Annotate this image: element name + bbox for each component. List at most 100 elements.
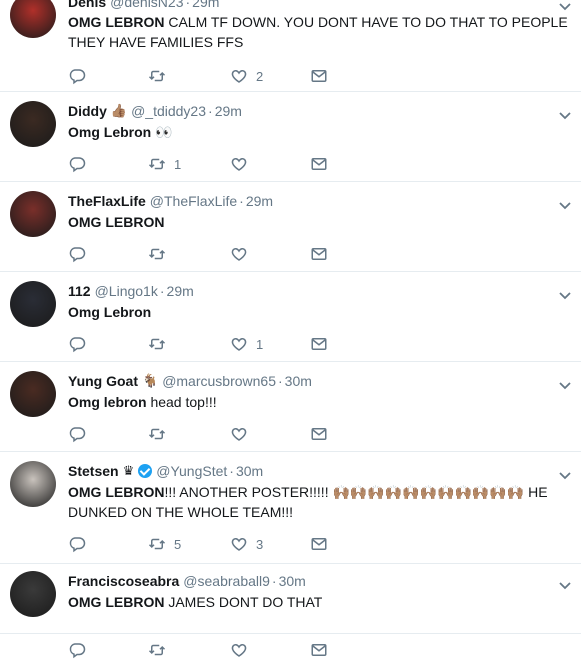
avatar[interactable] [10, 371, 56, 417]
tweet-card[interactable]: Franciscoseabra @seabraball9 · 30m OMG LEB… [0, 564, 581, 659]
tweet-text-highlight: OMG LEBRON [68, 484, 165, 500]
reply-icon [68, 155, 86, 173]
like-button[interactable] [230, 154, 256, 174]
retweet-icon [148, 155, 166, 173]
user-handle[interactable]: @Lingo1k [95, 283, 158, 299]
tweet-text-highlight: Omg Lebron [68, 124, 152, 140]
display-name[interactable]: Denis [68, 0, 106, 10]
reply-button[interactable] [68, 244, 94, 264]
retweet-button[interactable] [148, 640, 174, 660]
display-name[interactable]: Stetsen [68, 463, 119, 479]
timestamp[interactable]: 30m [285, 373, 312, 389]
chevron-down-icon[interactable] [559, 197, 571, 210]
direct-message-button[interactable] [310, 154, 328, 174]
like-button[interactable]: 2 [230, 66, 263, 86]
display-name[interactable]: Franciscoseabra [68, 573, 179, 589]
tweet-card[interactable]: Denis @denisN23 · 29m OMG LEBRON CALM TF D… [0, 0, 581, 92]
avatar[interactable] [10, 101, 56, 147]
timestamp[interactable]: 30m [236, 463, 263, 479]
tweet-card[interactable]: Stetsen ♛ @YungStet · 30m OMG LEBRON!!! ANO… [0, 452, 581, 564]
reply-button[interactable] [68, 424, 94, 444]
direct-message-button[interactable] [310, 244, 328, 264]
retweet-count: 1 [174, 156, 182, 172]
retweet-button[interactable] [148, 334, 174, 354]
like-button[interactable] [230, 424, 256, 444]
tweet-actions: 1 [68, 154, 368, 174]
user-handle[interactable]: @seabraball9 [183, 573, 270, 589]
separator-dot: · [159, 283, 165, 299]
retweet-button[interactable] [148, 424, 174, 444]
display-name[interactable]: TheFlaxLife [68, 193, 146, 209]
tweet-card[interactable]: TheFlaxLife @TheFlaxLife · 29m OMG LEBRON [0, 182, 581, 272]
display-name[interactable]: Yung Goat [68, 373, 138, 389]
separator-dot: · [239, 193, 244, 209]
chevron-down-icon[interactable] [559, 287, 571, 300]
retweet-button[interactable] [148, 244, 174, 264]
chevron-down-icon[interactable] [559, 467, 571, 480]
direct-message-button[interactable] [310, 640, 328, 660]
reply-button[interactable] [68, 640, 94, 660]
tweet-text-body: head top!!! [146, 394, 217, 410]
reply-button[interactable] [68, 334, 94, 354]
retweet-button[interactable]: 1 [148, 154, 181, 174]
avatar[interactable] [10, 281, 56, 327]
tweet-actions [68, 640, 368, 660]
display-name[interactable]: 112 [68, 283, 91, 299]
tweet-text-highlight: OMG LEBRON [68, 14, 165, 30]
avatar[interactable] [10, 0, 56, 38]
avatar[interactable] [10, 191, 56, 237]
reply-icon [68, 425, 86, 443]
direct-message-button[interactable] [310, 424, 328, 444]
avatar[interactable] [10, 571, 56, 617]
display-name[interactable]: Diddy [68, 103, 107, 119]
envelope-icon [310, 335, 328, 353]
timestamp[interactable]: 30m [279, 573, 306, 589]
reply-button[interactable] [68, 66, 94, 86]
direct-message-button[interactable] [310, 334, 328, 354]
tweet-text: OMG LEBRON [68, 212, 569, 232]
chevron-down-icon[interactable] [559, 577, 571, 590]
avatar[interactable] [10, 461, 56, 507]
tweet-card[interactable]: Diddy 👍🏽 @_tdiddy23 · 29m Omg Lebron 👀 1 [0, 92, 581, 182]
chevron-down-icon[interactable] [559, 377, 571, 390]
retweet-button[interactable] [148, 66, 174, 86]
timestamp[interactable]: 29m [192, 0, 219, 10]
tweet-card[interactable]: 112 @Lingo1k · 29m Omg Lebron 1 [0, 272, 581, 362]
user-handle[interactable]: @_tdiddy23 [131, 103, 206, 119]
retweet-button[interactable]: 5 [148, 534, 181, 554]
reply-button[interactable] [68, 534, 94, 554]
like-count: 2 [256, 68, 264, 84]
retweet-icon [148, 425, 166, 443]
like-button[interactable] [230, 640, 256, 660]
tweet-header: TheFlaxLife @TheFlaxLife · 29m [68, 193, 541, 209]
tweet-card[interactable]: Yung Goat 🐐 @marcusbrown65 · 30m Omg lebron… [0, 362, 581, 452]
envelope-icon [310, 245, 328, 263]
user-handle[interactable]: @denisN23 [110, 0, 183, 10]
tweet-text: OMG LEBRON!!! ANOTHER POSTER!!!!! 🙌🏽🙌🏽🙌🏽… [68, 482, 569, 522]
like-button[interactable]: 3 [230, 534, 263, 554]
like-button[interactable]: 1 [230, 334, 263, 354]
direct-message-button[interactable] [310, 534, 328, 554]
user-handle[interactable]: @TheFlaxLife [150, 193, 237, 209]
timestamp[interactable]: 29m [167, 283, 194, 299]
timestamp[interactable]: 29m [215, 103, 242, 119]
reply-icon [68, 535, 86, 553]
tweet-header: Yung Goat 🐐 @marcusbrown65 · 30m [68, 373, 541, 389]
heart-icon [230, 67, 248, 85]
chevron-down-icon[interactable] [559, 0, 571, 11]
retweet-icon [148, 67, 166, 85]
user-handle[interactable]: @YungStet [156, 463, 227, 479]
envelope-icon [310, 535, 328, 553]
envelope-icon [310, 155, 328, 173]
direct-message-button[interactable] [310, 66, 328, 86]
name-emoji: 🐐 [142, 373, 159, 388]
timestamp[interactable]: 29m [246, 193, 273, 209]
reply-button[interactable] [68, 154, 94, 174]
like-count: 1 [256, 336, 264, 352]
user-handle[interactable]: @marcusbrown65 [162, 373, 276, 389]
chevron-down-icon[interactable] [559, 107, 571, 120]
tweet-text: Omg lebron head top!!! [68, 392, 569, 412]
envelope-icon [310, 425, 328, 443]
like-button[interactable] [230, 244, 256, 264]
tweet-header: 112 @Lingo1k · 29m [68, 283, 541, 299]
